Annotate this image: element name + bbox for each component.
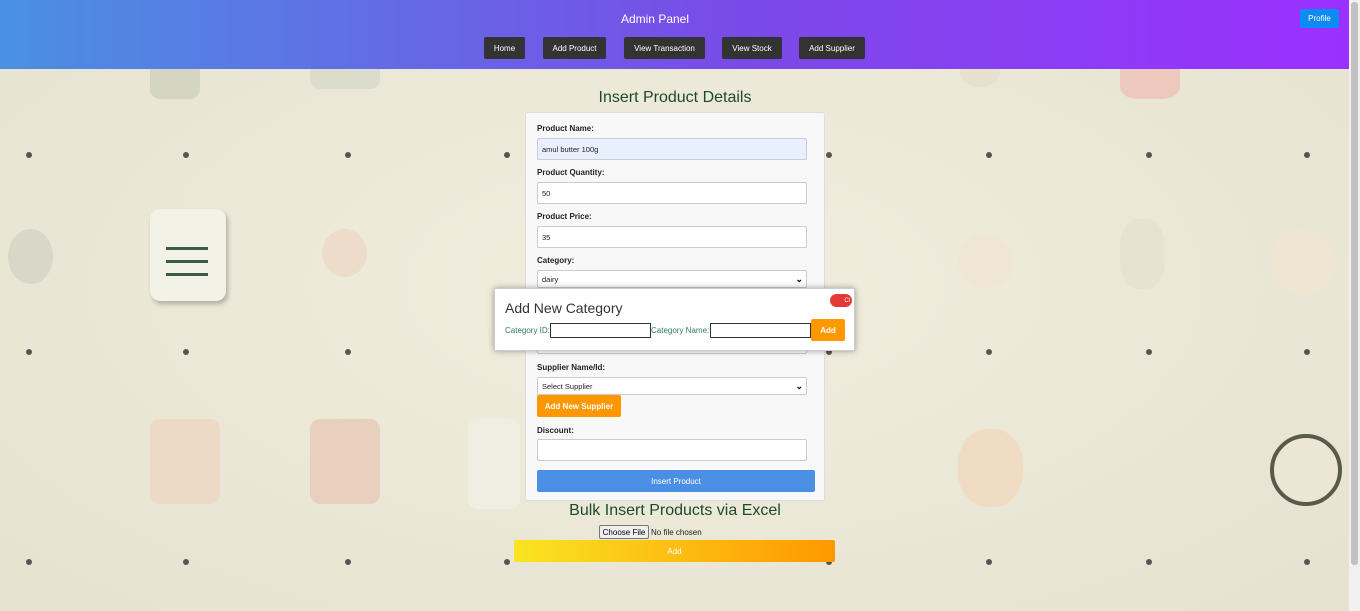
- nav-add-supplier-button[interactable]: Add Supplier: [799, 37, 865, 59]
- category-name-label: Category Name:: [651, 326, 710, 335]
- category-id-input[interactable]: [550, 323, 651, 338]
- page-scrollbar[interactable]: [1349, 0, 1360, 611]
- product-name-label: Product Name:: [537, 124, 594, 133]
- category-select[interactable]: dairy ⌄: [537, 270, 807, 288]
- category-name-input[interactable]: [710, 323, 811, 338]
- nav-view-stock-button[interactable]: View Stock: [722, 37, 782, 59]
- insert-product-button[interactable]: Insert Product: [537, 470, 815, 492]
- category-id-label: Category ID:: [505, 326, 550, 335]
- discount-input[interactable]: [537, 439, 807, 461]
- chevron-down-icon: ⌄: [795, 380, 803, 391]
- add-category-button[interactable]: Add: [811, 319, 845, 341]
- discount-label: Discount:: [537, 426, 574, 435]
- modal-title: Add New Category: [505, 300, 623, 316]
- top-header: Admin Panel Home Add Product View Transa…: [0, 0, 1349, 69]
- form-title: Insert Product Details: [598, 89, 752, 106]
- category-label: Category:: [537, 256, 575, 265]
- product-name-input[interactable]: amul butter 100g: [537, 138, 807, 160]
- nav-add-product-button[interactable]: Add Product: [543, 37, 606, 59]
- product-price-input[interactable]: 35: [537, 226, 807, 248]
- profile-button[interactable]: Profile: [1300, 9, 1339, 28]
- choose-file-button[interactable]: Choose File: [599, 525, 649, 539]
- category-selected-value: dairy: [542, 274, 559, 284]
- bulk-title: Bulk Insert Products via Excel: [569, 502, 781, 519]
- nav-home-button[interactable]: Home: [484, 37, 525, 59]
- product-quantity-input[interactable]: 50: [537, 182, 807, 204]
- chevron-down-icon: ⌄: [795, 273, 803, 284]
- product-price-label: Product Price:: [537, 212, 592, 221]
- main-nav: Home Add Product View Transaction View S…: [0, 37, 1349, 59]
- product-quantity-label: Product Quantity:: [537, 168, 605, 177]
- header-title: Admin Panel: [620, 12, 690, 26]
- supplier-selected-value: Select Supplier: [542, 381, 593, 391]
- bulk-add-button[interactable]: Add: [514, 540, 835, 562]
- scrollbar-thumb[interactable]: [1351, 2, 1358, 565]
- add-category-modal: Add New Category Cl Category ID: Categor…: [494, 288, 855, 351]
- nav-view-transaction-button[interactable]: View Transaction: [624, 37, 705, 59]
- no-file-text: No file chosen: [651, 528, 702, 537]
- supplier-select[interactable]: Select Supplier ⌄: [537, 377, 807, 395]
- modal-close-button[interactable]: Cl: [830, 294, 852, 307]
- supplier-label: Supplier Name/Id:: [537, 363, 606, 372]
- add-new-supplier-button[interactable]: Add New Supplier: [537, 395, 621, 417]
